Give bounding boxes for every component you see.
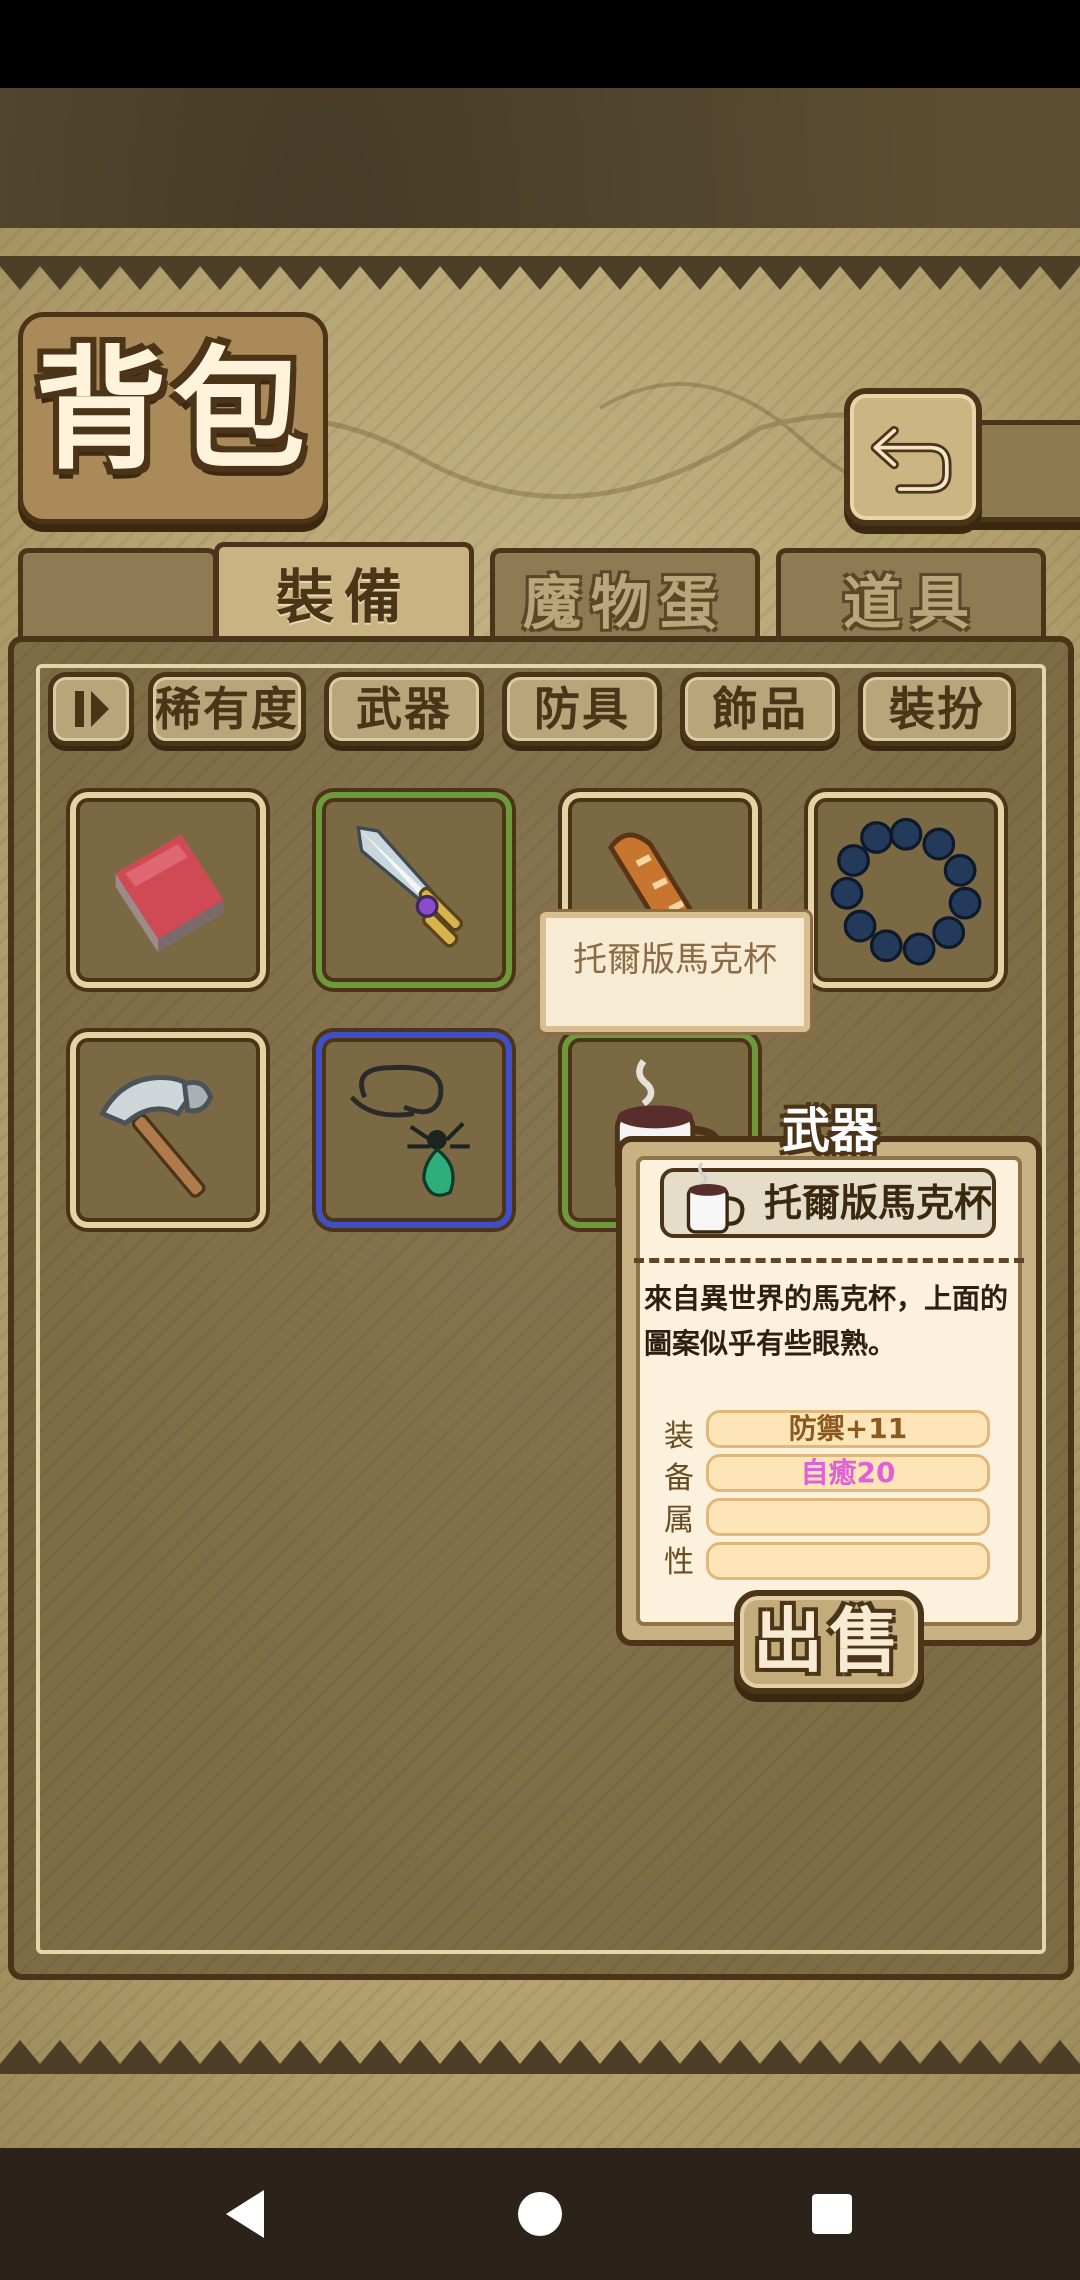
filter-outfit[interactable]: 裝扮 xyxy=(858,672,1016,746)
item-name: 托爾版馬克杯 xyxy=(764,1181,993,1225)
item-name-box: 托爾版馬克杯 xyxy=(660,1162,996,1238)
stone-bracelet-icon xyxy=(830,817,982,966)
inventory-slot[interactable] xyxy=(70,1032,266,1228)
nav-recents-icon[interactable] xyxy=(794,2176,870,2252)
filter-armor[interactable]: 防具 xyxy=(502,672,662,746)
page-title: 背包 xyxy=(35,334,311,488)
attr-label: 性 xyxy=(664,1545,694,1580)
spider-necklace-icon xyxy=(349,1064,470,1197)
sword-icon xyxy=(356,825,464,948)
inventory-slot[interactable] xyxy=(808,792,1004,988)
attr-label: 备 xyxy=(664,1461,694,1496)
status-bar xyxy=(0,0,1080,88)
item-description: 來自異世界的馬克杯，上面的 圖案似乎有些眼熟。 xyxy=(644,1276,1014,1386)
filter-rarity[interactable]: 稀有度 xyxy=(148,672,306,746)
filter-accessory[interactable]: 飾品 xyxy=(680,672,840,746)
system-nav-bar xyxy=(0,2148,1080,2280)
back-button[interactable] xyxy=(844,388,982,526)
red-brick-icon xyxy=(115,834,224,953)
stat-regen: 自癒20 xyxy=(706,1454,990,1492)
attr-label: 属 xyxy=(664,1503,694,1538)
sort-toggle-button[interactable] xyxy=(48,672,134,746)
hammer-icon xyxy=(98,1075,214,1198)
item-description-line: 來自異世界的馬克杯，上面的 xyxy=(644,1282,1009,1315)
inventory-slot[interactable] xyxy=(70,792,266,988)
inventory-slot[interactable] xyxy=(316,792,512,988)
return-arrow-icon xyxy=(870,425,952,494)
tab-spacer xyxy=(18,548,218,644)
inventory-slot[interactable] xyxy=(316,1032,512,1228)
tab-items[interactable]: 道具 xyxy=(776,548,1046,644)
nav-home-icon[interactable] xyxy=(502,2176,578,2252)
sell-button[interactable]: 出售 xyxy=(734,1590,924,1694)
zigzag-border-bottom xyxy=(0,2040,1080,2074)
item-tooltip: 托爾版馬克杯 xyxy=(540,912,810,1032)
category-tabs: 裝備 魔物蛋 道具 xyxy=(18,542,1064,652)
divider xyxy=(634,1258,1024,1263)
mug-icon xyxy=(686,1162,745,1234)
attr-label: 装 xyxy=(664,1419,694,1454)
sort-toggle-icon xyxy=(75,691,109,727)
filter-weapon[interactable]: 武器 xyxy=(324,672,484,746)
zigzag-border-top xyxy=(0,256,1080,290)
item-category-label: 武器 xyxy=(781,1103,878,1159)
tab-monster-eggs[interactable]: 魔物蛋 xyxy=(490,548,760,644)
stat-empty xyxy=(706,1498,990,1536)
nav-back-icon[interactable] xyxy=(208,2176,284,2252)
stat-defense: 防禦+11 xyxy=(706,1410,990,1448)
stat-empty xyxy=(706,1542,990,1580)
item-description-line: 圖案似乎有些眼熟。 xyxy=(644,1327,897,1360)
